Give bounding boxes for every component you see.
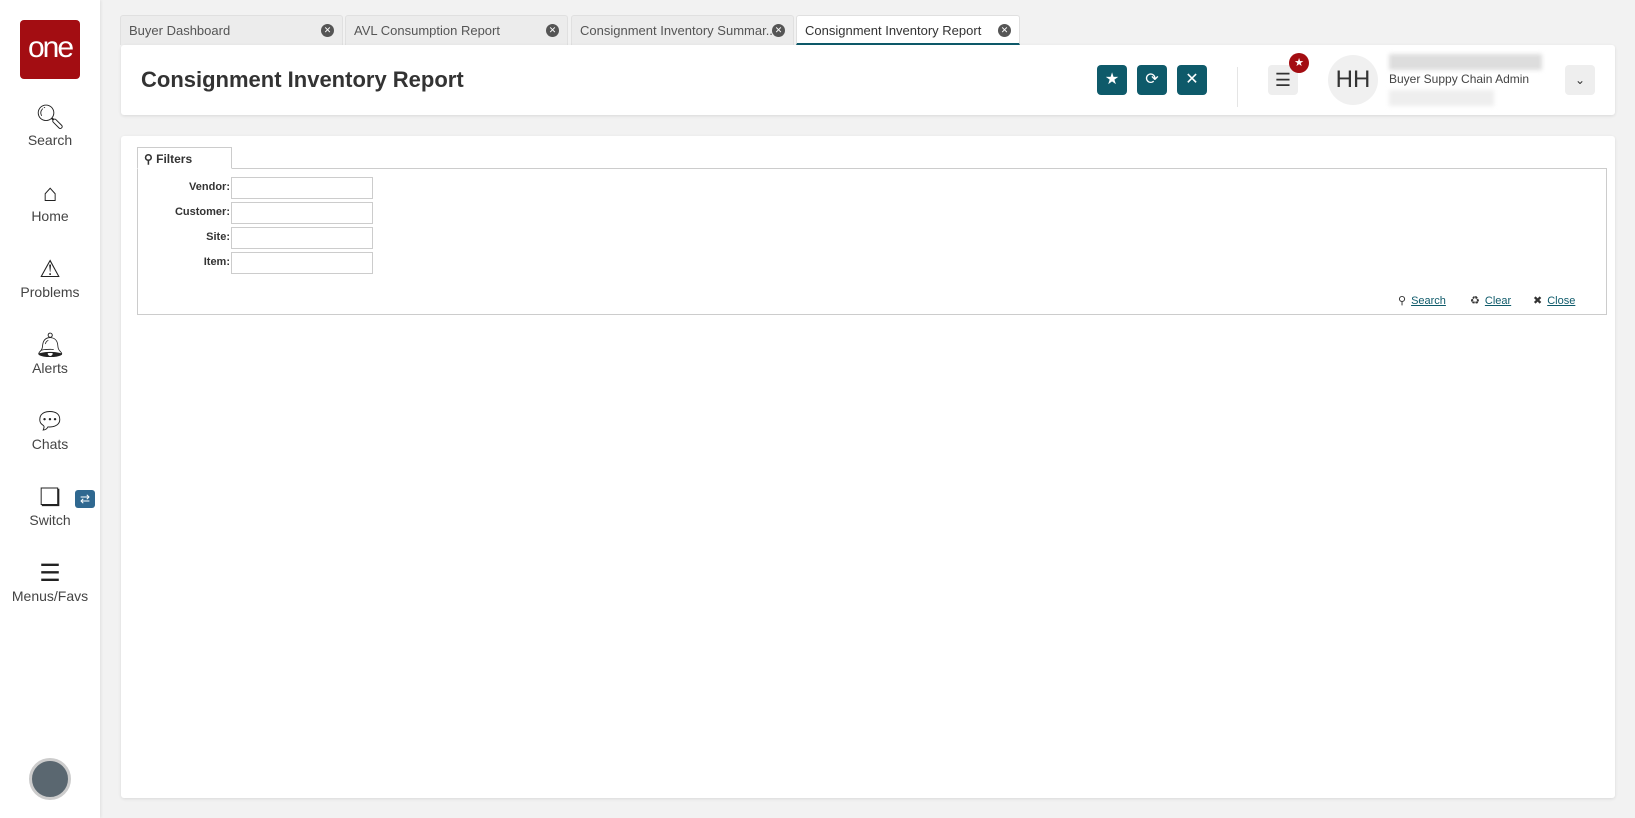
tab-consignment-inventory-summary[interactable]: Consignment Inventory Summar... ✕ — [571, 15, 794, 45]
close-button[interactable]: ✕ — [1177, 65, 1207, 95]
divider — [1237, 67, 1238, 107]
customer-label: Customer: — [174, 206, 230, 218]
vendor-input[interactable] — [231, 177, 373, 199]
close-link-label: Close — [1547, 295, 1576, 307]
page-title: Consignment Inventory Report — [141, 67, 464, 92]
site-input[interactable] — [231, 227, 373, 249]
star-badge-icon: ★ — [1289, 53, 1309, 73]
customer-row: Customer: — [138, 202, 378, 224]
clear-link-label: Clear — [1484, 295, 1512, 307]
sidebar-item-chats[interactable]: 💬︎ Chats — [0, 408, 100, 452]
broom-icon: ♻ — [1470, 295, 1480, 307]
tab-avl-consumption-report[interactable]: AVL Consumption Report ✕ — [345, 15, 568, 45]
tab-consignment-inventory-report[interactable]: Consignment Inventory Report ✕ — [796, 15, 1020, 45]
vendor-label: Vendor: — [189, 181, 230, 193]
search-icon: ⚲ — [1398, 295, 1407, 307]
sidebar: one 🔍︎ Search ⌂ Home ⚠ Problems 🔔︎ Alerts 💬︎… — [0, 0, 100, 818]
close-tab-icon[interactable]: ✕ — [546, 24, 559, 37]
sidebar-item-label: Home — [31, 208, 69, 224]
warning-icon: ⚠ — [39, 256, 61, 283]
user-avatar[interactable]: HH — [1328, 55, 1378, 105]
app-logo[interactable]: one — [20, 20, 80, 79]
page-header: Consignment Inventory Report ★ ⟳ ✕ ☰ ★ H… — [121, 45, 1615, 115]
sidebar-item-label: Switch — [29, 512, 71, 528]
close-link[interactable]: ✖ Close — [1533, 294, 1575, 307]
search-link-label: Search — [1411, 295, 1446, 307]
filters-panel: Vendor: Customer: Site: Item: ⚲ Search ♻ C… — [137, 168, 1607, 315]
sidebar-item-menus-favs[interactable]: ☰ Menus/Favs — [0, 560, 100, 604]
sidebar-item-search[interactable]: 🔍︎ Search — [0, 104, 100, 148]
tab-label: Consignment Inventory Summar... — [580, 23, 777, 38]
tab-buyer-dashboard[interactable]: Buyer Dashboard ✕ — [120, 15, 343, 45]
close-icon: ✕ — [1185, 71, 1199, 88]
search-link[interactable]: ⚲ Search — [1398, 294, 1446, 307]
user-role: Buyer Suppy Chain Admin — [1389, 72, 1530, 86]
item-input[interactable] — [231, 252, 373, 274]
sidebar-item-label: Alerts — [32, 360, 68, 376]
clear-link[interactable]: ♻ Clear — [1470, 294, 1511, 307]
favorite-button[interactable]: ★ — [1097, 65, 1127, 95]
customer-input[interactable] — [231, 202, 373, 224]
site-label: Site: — [206, 231, 230, 243]
filters-tab[interactable]: ⚲ Filters — [137, 147, 232, 169]
redacted-user-name — [1389, 54, 1542, 70]
refresh-icon: ⟳ — [1145, 71, 1159, 88]
site-row: Site: — [138, 227, 378, 249]
sidebar-item-label: Problems — [20, 284, 80, 300]
tab-label: Buyer Dashboard — [129, 23, 231, 38]
item-label: Item: — [203, 256, 230, 268]
report-panel: ⚲ Filters Vendor: Customer: Site: Item: … — [121, 136, 1615, 798]
sidebar-item-label: Menus/Favs — [11, 588, 89, 604]
close-tab-icon[interactable]: ✕ — [321, 24, 334, 37]
sidebar-item-label: Chats — [31, 436, 69, 452]
sidebar-item-label: Search — [27, 132, 73, 148]
search-icon: 🔍︎ — [34, 104, 66, 131]
tab-label: Consignment Inventory Report — [805, 23, 982, 38]
bell-icon: 🔔︎ — [34, 332, 66, 359]
assistant-avatar[interactable] — [29, 758, 71, 800]
star-icon: ★ — [1104, 71, 1120, 88]
sidebar-item-problems[interactable]: ⚠ Problems — [0, 256, 100, 300]
close-icon: ✖ — [1533, 295, 1543, 307]
vendor-row: Vendor: — [138, 177, 378, 199]
chat-icon: 💬︎ — [34, 408, 66, 435]
redacted-user-org — [1389, 90, 1494, 106]
filters-tab-label: Filters — [156, 152, 193, 166]
switch-badge-icon: ⇄ — [75, 490, 95, 508]
item-row: Item: — [138, 252, 378, 274]
home-icon: ⌂ — [42, 180, 58, 207]
sidebar-item-alerts[interactable]: 🔔︎ Alerts — [0, 332, 100, 376]
menu-icon: ☰ — [1274, 70, 1292, 90]
sidebar-item-home[interactable]: ⌂ Home — [0, 180, 100, 224]
search-icon: ⚲ — [144, 152, 157, 166]
close-tab-icon[interactable]: ✕ — [998, 24, 1011, 37]
menu-icon: ☰ — [39, 560, 61, 587]
user-menu-dropdown[interactable]: ⌄ — [1565, 65, 1595, 95]
close-tab-icon[interactable]: ✕ — [772, 24, 785, 37]
chevron-down-icon: ⌄ — [1574, 73, 1586, 87]
tab-label: AVL Consumption Report — [354, 23, 500, 38]
refresh-button[interactable]: ⟳ — [1137, 65, 1167, 95]
